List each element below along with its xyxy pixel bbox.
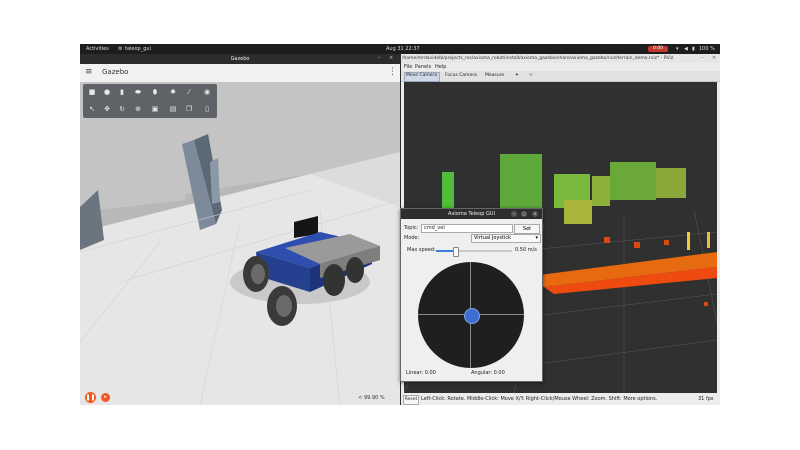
snap-icon[interactable]: ⊕ [133, 104, 143, 114]
minimize-icon[interactable]: – [511, 211, 517, 217]
app-menu-icon: ⚙ [118, 46, 123, 52]
move-camera-tool[interactable]: Move Camera [406, 73, 437, 78]
sphere-shape-icon[interactable]: ● [102, 87, 112, 97]
gazebo-window: Gazebo – × ≡ Gazebo ⋮ ■ ● ▮ ⬬ ⬮ ✹ ⁄ ◉ ↖ … [80, 54, 400, 405]
interact-tool-icon[interactable]: ✦ [515, 73, 519, 78]
network-icon[interactable]: ▾ [676, 44, 679, 54]
recording-indicator[interactable]: 0:00 [648, 46, 668, 52]
translate-icon[interactable]: ✥ [102, 104, 112, 114]
chevron-down-icon: ▾ [535, 235, 538, 241]
close-icon[interactable]: × [389, 55, 393, 61]
gazebo-header-title: Gazebo [102, 68, 129, 76]
hamburger-menu-icon[interactable]: ≡ [85, 67, 93, 77]
pause-button[interactable]: ❚❚ [85, 392, 96, 403]
real-time-factor: 99.90 % [364, 395, 385, 401]
minimize-icon[interactable]: – [701, 55, 704, 61]
mouse-hint: Left-Click: Rotate. Middle-Click: Move X… [421, 396, 658, 402]
fps-readout: 31 fps [698, 396, 714, 402]
rtf-expand-icon[interactable]: < [358, 395, 362, 401]
system-top-bar: Activities ⚙ teleop_gui Aug 31 22:37 0:0… [80, 44, 720, 54]
capsule-shape-icon[interactable]: ⬬ [133, 87, 143, 97]
gazebo-3d-scene[interactable] [80, 82, 400, 405]
screenshot-icon[interactable]: ▣ [150, 104, 160, 114]
mode-label: Mode: [404, 235, 420, 241]
battery-icon[interactable]: ▮ [692, 44, 695, 54]
box-shape-icon[interactable]: ■ [87, 87, 97, 97]
reset-button[interactable]: Reset [403, 395, 419, 405]
directional-light-icon[interactable]: ⁄ [184, 87, 194, 97]
menu-help[interactable]: Help [435, 64, 446, 70]
ellipsoid-shape-icon[interactable]: ⬮ [150, 87, 160, 97]
focus-camera-tool[interactable]: Focus Camera [445, 73, 477, 78]
set-button[interactable]: Set [514, 224, 540, 234]
measure-tool[interactable]: Measure [485, 73, 504, 78]
menu-panels[interactable]: Panels [415, 64, 431, 70]
teleop-dialog: Axioma Teleop GUI – □ × Topic: cmd_vel S… [400, 208, 543, 382]
close-icon[interactable]: × [712, 55, 716, 61]
rviz-menubar: File Panels Help [401, 63, 720, 71]
topic-input[interactable]: cmd_vel [421, 224, 513, 233]
slider-handle[interactable] [453, 247, 459, 257]
rviz-status-bar: Reset Left-Click: Rotate. Middle-Click: … [401, 394, 720, 405]
max-speed-slider[interactable] [436, 247, 512, 257]
virtual-joystick[interactable] [418, 262, 524, 368]
spot-light-icon[interactable]: ◉ [202, 87, 212, 97]
gazebo-title-bar: Gazebo [80, 54, 400, 64]
topic-label: Topic: [404, 225, 419, 231]
select-arrow-icon[interactable]: ↖ [87, 104, 97, 114]
gazebo-header: ≡ Gazebo ⋮ [80, 64, 400, 83]
close-icon[interactable]: × [532, 211, 538, 217]
sun-light-icon[interactable]: ✹ [168, 87, 178, 97]
max-speed-label: Max speed: [407, 247, 436, 253]
activities-button[interactable]: Activities [86, 44, 109, 54]
joystick-knob[interactable] [464, 308, 480, 324]
copy-icon[interactable]: ❐ [184, 104, 194, 114]
battery-label: 100 % [699, 46, 715, 52]
maximize-icon[interactable]: □ [521, 211, 527, 217]
minimize-icon[interactable]: – [378, 55, 381, 61]
angular-readout: Angular: 0.00 [471, 370, 505, 376]
clock[interactable]: Aug 31 22:37 [386, 44, 420, 54]
camera-icon[interactable]: ▤ [168, 104, 178, 114]
mode-value: Virtual Joystick [474, 235, 512, 241]
rviz-toolbar: Move Camera Focus Camera Measure ✦ ⊹ [401, 71, 720, 82]
rotate-icon[interactable]: ↻ [117, 104, 127, 114]
max-speed-value: 0.50 m/s [515, 247, 537, 253]
add-tool-icon[interactable]: ⊹ [529, 73, 533, 78]
volume-icon[interactable]: ◀ [684, 44, 688, 54]
cylinder-shape-icon[interactable]: ▮ [117, 87, 127, 97]
paste-icon[interactable]: ▯ [202, 104, 212, 114]
gazebo-toolbar: ■ ● ▮ ⬬ ⬮ ✹ ⁄ ◉ ↖ ✥ ↻ ⊕ ▣ ▤ ❐ ▯ [83, 84, 217, 118]
app-name[interactable]: teleop_gui [125, 44, 151, 54]
linear-readout: Linear: 0.00 [406, 370, 436, 376]
menu-file[interactable]: File [404, 64, 412, 70]
mode-select[interactable]: Virtual Joystick ▾ [471, 234, 541, 243]
rviz-title-bar: /home/mrdavidelb/projects_ros/axioma_rob… [401, 54, 720, 63]
more-options-icon[interactable]: ⋮ [388, 67, 397, 77]
step-button[interactable]: ▸ [101, 393, 110, 402]
